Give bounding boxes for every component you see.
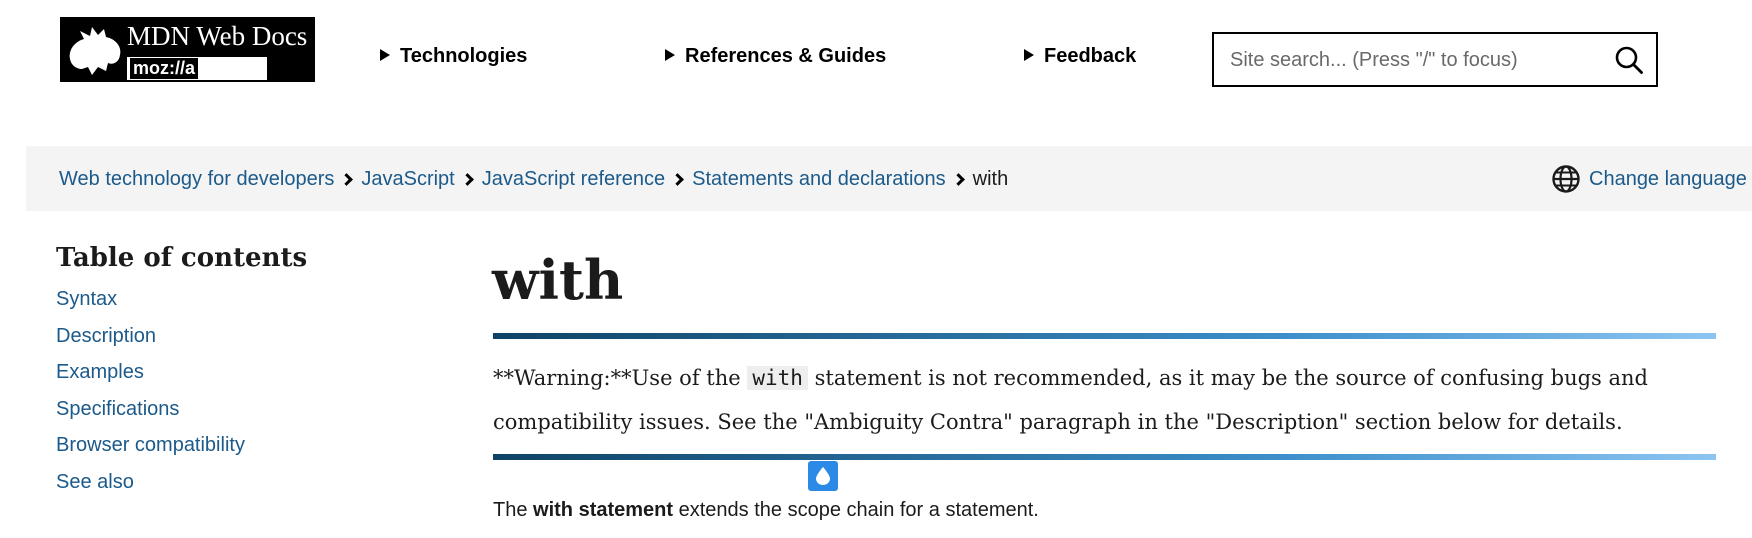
triangle-right-icon bbox=[380, 49, 390, 61]
globe-icon bbox=[1552, 165, 1580, 193]
inline-code-with: with bbox=[747, 366, 808, 390]
toc-item: Syntax bbox=[56, 287, 416, 324]
nav-technologies[interactable]: Technologies bbox=[380, 44, 527, 68]
warning-prefix: **Warning:**Use of the bbox=[493, 366, 748, 390]
breadcrumb-javascript[interactable]: JavaScript bbox=[361, 167, 454, 191]
toc-item: See also bbox=[56, 470, 416, 507]
site-search bbox=[1212, 32, 1658, 87]
toc-item: Browser compatibility bbox=[56, 433, 416, 470]
breadcrumb-statements-declarations[interactable]: Statements and declarations bbox=[692, 167, 946, 191]
water-drop-icon[interactable] bbox=[808, 461, 838, 491]
nav-technologies-label: Technologies bbox=[400, 45, 528, 67]
toc-link-description[interactable]: Description bbox=[56, 325, 156, 347]
site-header: MDN Web Docs moz://a Technologies Refere… bbox=[0, 0, 1752, 120]
drop-glyph bbox=[816, 467, 830, 485]
warning-bottom-divider bbox=[493, 454, 1716, 460]
nav-feedback[interactable]: Feedback bbox=[1024, 44, 1136, 68]
toc-link-examples[interactable]: Examples bbox=[56, 361, 144, 383]
search-icon[interactable] bbox=[1614, 45, 1644, 75]
mozilla-wordmark: moz://a bbox=[127, 57, 267, 80]
toc-list: Syntax Description Examples Specificatio… bbox=[56, 287, 416, 506]
toc-link-see-also[interactable]: See also bbox=[56, 471, 134, 493]
search-input[interactable] bbox=[1228, 44, 1588, 76]
intro-before: The bbox=[493, 499, 534, 521]
breadcrumb-web-technology[interactable]: Web technology for developers bbox=[59, 167, 334, 191]
chevron-right-icon bbox=[951, 172, 965, 186]
intro-after: extends the scope chain for a statement. bbox=[673, 499, 1039, 521]
page-title: with bbox=[492, 248, 624, 312]
chevron-right-icon bbox=[460, 172, 474, 186]
dinosaur-head-icon bbox=[69, 27, 121, 75]
breadcrumb-bar: Web technology for developers JavaScript… bbox=[26, 146, 1752, 211]
intro-paragraph: The with statement extends the scope cha… bbox=[493, 496, 1039, 524]
breadcrumb: Web technology for developers JavaScript… bbox=[59, 167, 1008, 191]
warning-top-divider bbox=[493, 333, 1716, 339]
logo-title: MDN Web Docs bbox=[127, 21, 308, 51]
chevron-right-icon bbox=[671, 172, 685, 186]
toc-item: Specifications bbox=[56, 397, 416, 434]
nav-feedback-label: Feedback bbox=[1044, 45, 1137, 67]
toc-link-specifications[interactable]: Specifications bbox=[56, 398, 179, 420]
warning-notecard: **Warning:**Use of the with statement is… bbox=[493, 356, 1716, 444]
toc-link-browser-compatibility[interactable]: Browser compatibility bbox=[56, 434, 245, 456]
triangle-right-icon bbox=[665, 49, 675, 61]
intro-strong: with statement bbox=[533, 499, 674, 521]
table-of-contents: Table of contents Syntax Description Exa… bbox=[56, 240, 416, 506]
toc-item: Description bbox=[56, 324, 416, 361]
toc-link-syntax[interactable]: Syntax bbox=[56, 288, 117, 310]
nav-references-guides[interactable]: References & Guides bbox=[665, 44, 886, 68]
chevron-right-icon bbox=[340, 172, 354, 186]
breadcrumb-javascript-reference[interactable]: JavaScript reference bbox=[482, 167, 665, 191]
nav-references-label: References & Guides bbox=[685, 45, 887, 67]
toc-item: Examples bbox=[56, 360, 416, 397]
logo-subtitle: moz://a bbox=[130, 58, 199, 79]
toc-title: Table of contents bbox=[56, 243, 308, 273]
mdn-logo[interactable]: MDN Web Docs moz://a bbox=[60, 17, 315, 82]
breadcrumb-current: with bbox=[972, 168, 1009, 190]
change-language-label: Change language bbox=[1589, 167, 1747, 190]
change-language-button[interactable]: Change language bbox=[1551, 164, 1747, 194]
triangle-right-icon bbox=[1024, 49, 1034, 61]
